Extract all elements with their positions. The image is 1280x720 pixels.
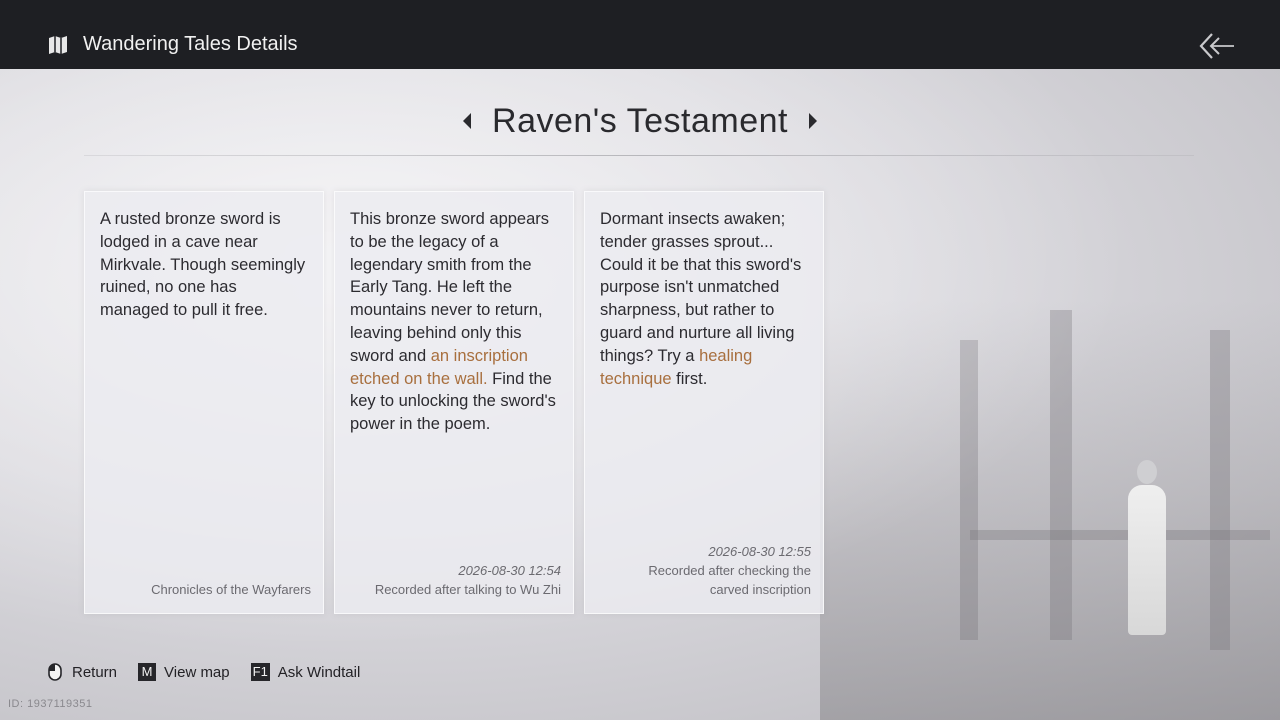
card-footer: 2026-08-30 12:55 Recorded after checking… [621,542,811,599]
return-label: Return [72,663,118,681]
ask-windtail-button[interactable]: F1 Ask Windtail [250,663,361,681]
next-tale-arrow-icon[interactable] [806,110,820,132]
character-figure [1128,485,1166,635]
mouse-icon [48,663,62,681]
tale-card-3[interactable]: Dormant insects awaken; tender grasses s… [584,191,824,614]
card-note: Recorded after checking the carved inscr… [648,563,811,597]
book-map-icon [49,36,67,54]
card-text-before: This bronze sword appears to be the lega… [350,210,550,365]
view-map-label: View map [164,663,230,681]
page-title: Wandering Tales Details [83,33,298,55]
previous-tale-arrow-icon[interactable] [460,110,474,132]
user-id: ID: 1937119351 [8,698,93,710]
m-key-icon: M [138,663,157,681]
tale-card-1[interactable]: A rusted bronze sword is lodged in a cav… [84,191,324,614]
card-footer: 2026-08-30 12:54 Recorded after talking … [375,561,561,599]
card-date: 2026-08-30 12:55 [708,544,811,559]
background-scene [820,300,1280,720]
card-date: 2026-08-30 12:54 [458,563,561,578]
top-bar: Wandering Tales Details [0,0,1280,69]
f1-key-icon: F1 [250,663,270,681]
card-text: This bronze sword appears to be the lega… [350,208,559,436]
tale-heading: Raven's Testament [0,98,1280,144]
heading-divider [84,155,1194,156]
character-head [1137,460,1157,484]
card-footer: Chronicles of the Wayfarers [151,580,311,599]
control-hints: Return M View map F1 Ask Windtail [48,660,381,684]
back-arrow-icon[interactable] [1198,32,1236,60]
return-button[interactable]: Return [48,663,117,681]
card-note: Recorded after talking to Wu Zhi [374,582,561,597]
ask-windtail-label: Ask Windtail [277,663,361,681]
card-text: Dormant insects awaken; tender grasses s… [600,208,809,390]
card-text-after: first. [671,369,708,388]
card-text: A rusted bronze sword is lodged in a cav… [100,210,306,320]
tale-name: Raven's Testament [492,101,788,140]
card-text-before: Dormant insects awaken; tender grasses s… [600,210,802,365]
view-map-button[interactable]: M View map [138,663,230,681]
tale-card-2[interactable]: This bronze sword appears to be the lega… [334,191,574,614]
card-note: Chronicles of the Wayfarers [151,582,311,597]
